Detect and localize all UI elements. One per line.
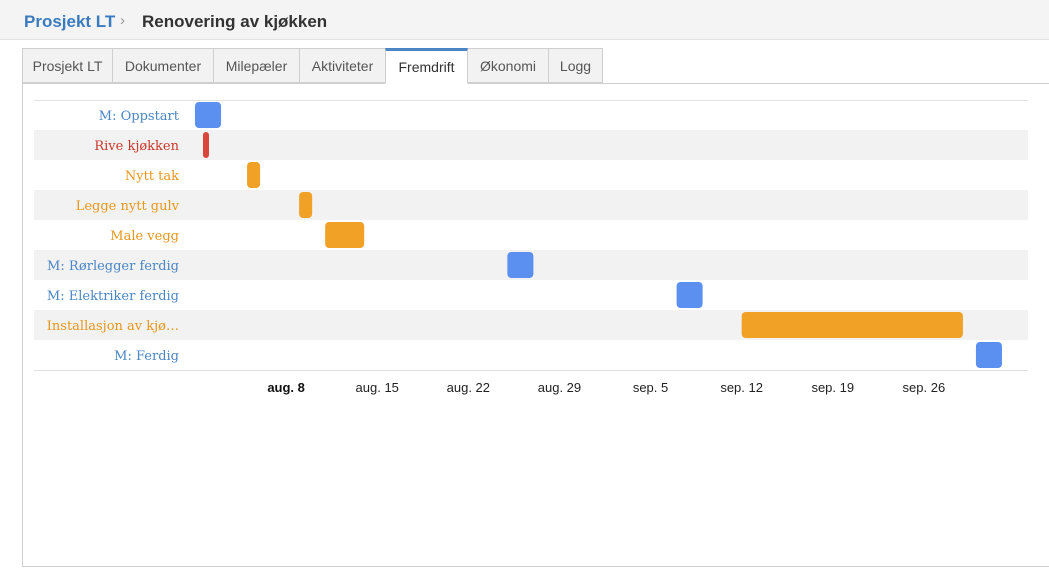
tab-fremdrift[interactable]: Fremdrift <box>385 48 468 84</box>
gantt-bar[interactable] <box>507 252 534 278</box>
gantt-row-label: Male vegg <box>110 229 179 244</box>
gantt-row-background <box>34 280 1028 310</box>
gantt-row-background <box>34 340 1028 370</box>
gantt-tick-label: aug. 29 <box>538 380 581 395</box>
gantt-bar[interactable] <box>203 132 209 158</box>
gantt-bar[interactable] <box>741 312 963 338</box>
gantt-row-background <box>34 190 1028 220</box>
gantt-bar[interactable] <box>195 102 222 128</box>
gantt-bar[interactable] <box>299 192 313 218</box>
gantt-chart: M: Oppstart Rive kjøkken Nytt tak Legge nyt… <box>34 100 1028 395</box>
gantt-row-background <box>34 160 1028 190</box>
gantt-row-label: M: Oppstart <box>99 109 180 124</box>
gantt-row-background <box>34 130 1028 160</box>
gantt-bar[interactable] <box>325 222 365 248</box>
gantt-row-background <box>34 220 1028 250</box>
gantt-bar[interactable] <box>247 162 261 188</box>
gantt-bar[interactable] <box>975 342 1002 368</box>
gantt-row-background <box>34 100 1028 130</box>
gantt-row-label: M: Rørlegger ferdig <box>47 259 179 274</box>
gantt-tick-label: sep. 12 <box>720 380 763 395</box>
gantt-row-label: Rive kjøkken <box>94 139 179 154</box>
gantt-tick-label: sep. 19 <box>811 380 854 395</box>
gantt-tick-label: sep. 26 <box>903 380 946 395</box>
gantt-tick-label: aug. 22 <box>447 380 490 395</box>
gantt-row-label: M: Elektriker ferdig <box>47 289 179 304</box>
gantt-row-label: Legge nytt gulv <box>76 199 180 214</box>
gantt-tick-label: aug. 15 <box>356 380 399 395</box>
gantt-row-label: Installasjon av kjø… <box>47 319 179 334</box>
gantt-tick-label: sep. 5 <box>633 380 668 395</box>
gantt-row-label: M: Ferdig <box>114 349 179 364</box>
gantt-tick-label: aug. 8 <box>267 380 305 395</box>
gantt-row-label: Nytt tak <box>125 169 179 184</box>
gantt-bar[interactable] <box>676 282 703 308</box>
